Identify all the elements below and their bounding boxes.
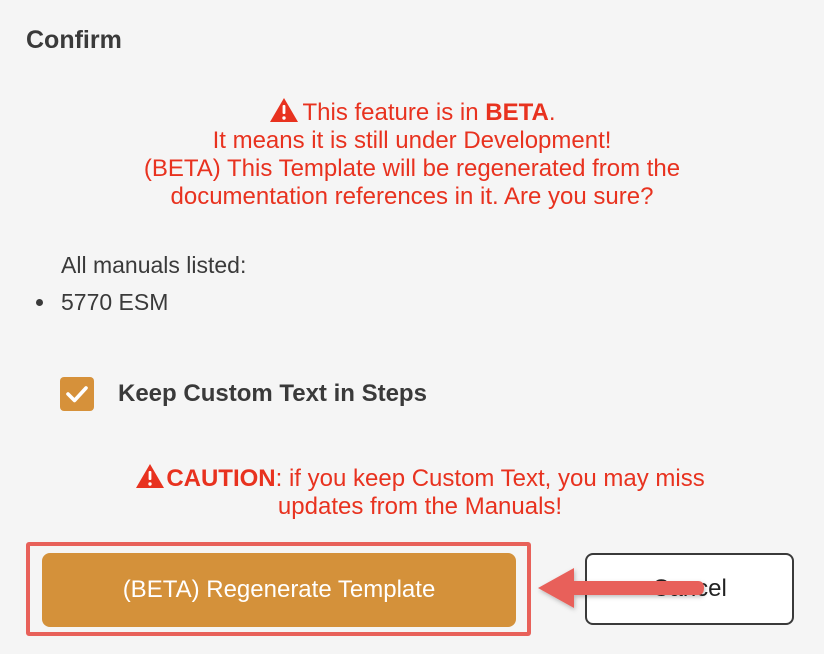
beta-notice-line-3: (BETA) This Template will be regenerated…	[143, 155, 681, 182]
keep-custom-text-label[interactable]: Keep Custom Text in Steps	[118, 380, 427, 408]
warning-triangle-icon	[269, 98, 298, 122]
caution-line-1: CAUTION: if you keep Custom Text, you ma…	[60, 463, 780, 493]
beta-label: BETA	[485, 99, 549, 126]
caution-notice: CAUTION: if you keep Custom Text, you ma…	[60, 463, 780, 521]
caution-text: : if you keep Custom Text, you may miss	[275, 465, 705, 492]
arrow-left-icon	[538, 568, 704, 608]
beta-notice-line-2: It means it is still under Development!	[212, 127, 612, 154]
list-item: 5770 ESM	[36, 288, 168, 316]
beta-notice-line-1: This feature is in BETA.	[40, 97, 784, 127]
manuals-label: All manuals listed:	[61, 252, 247, 278]
beta-notice-line-4: documentation references in it. Are you …	[170, 183, 654, 210]
warning-triangle-icon	[136, 464, 165, 488]
keep-custom-text-option[interactable]: Keep Custom Text in Steps	[60, 377, 427, 411]
confirm-dialog: Confirm This feature is in BETA. It mean…	[0, 0, 824, 654]
dialog-title: Confirm	[26, 26, 122, 54]
caution-label: CAUTION	[166, 465, 276, 492]
checkmark-icon	[66, 386, 88, 403]
manual-list: 5770 ESM	[36, 288, 168, 316]
regenerate-template-button[interactable]: (BETA) Regenerate Template	[42, 553, 516, 627]
keep-custom-text-checkbox[interactable]	[60, 377, 94, 411]
beta-notice-prefix: This feature is in	[302, 99, 486, 126]
caution-line-2: updates from the Manuals!	[277, 493, 563, 520]
bullet-icon	[36, 299, 43, 306]
beta-notice-suffix: .	[548, 99, 556, 126]
beta-notice: This feature is in BETA. It means it is …	[40, 97, 784, 211]
manual-item-label: 5770 ESM	[61, 289, 169, 315]
